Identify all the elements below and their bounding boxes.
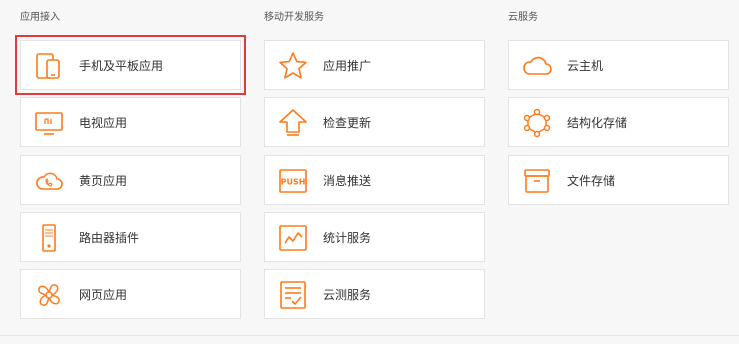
card-label: 统计服务 <box>323 231 372 245</box>
card-check-update[interactable]: 检查更新 <box>264 97 485 147</box>
column-title: 云服务 <box>508 12 538 23</box>
card-label: 文件存储 <box>567 174 616 188</box>
card-push-message[interactable]: PUSH 消息推送 <box>264 155 485 205</box>
card-label: 路由器插件 <box>79 231 140 245</box>
card-label: 云主机 <box>567 59 604 73</box>
card-label: 消息推送 <box>323 174 372 188</box>
divider <box>0 335 739 336</box>
file-box-icon <box>521 165 553 197</box>
card-structured-storage[interactable]: 结构化存储 <box>508 97 729 147</box>
column-title: 移动开发服务 <box>264 12 324 23</box>
card-router-plugin[interactable]: 路由器插件 <box>20 212 241 262</box>
cloud-icon <box>521 50 553 82</box>
column-title: 应用接入 <box>20 12 60 23</box>
card-yellow-pages-app[interactable]: 黄页应用 <box>20 155 241 205</box>
star-icon <box>277 50 309 82</box>
cloud-phone-icon <box>33 165 65 197</box>
card-label: 手机及平板应用 <box>79 59 164 73</box>
card-label: 电视应用 <box>79 116 128 130</box>
card-label: 应用推广 <box>323 59 372 73</box>
phone-tablet-icon <box>33 50 65 82</box>
web-icon <box>33 279 65 311</box>
router-icon <box>33 222 65 254</box>
card-file-storage[interactable]: 文件存储 <box>508 155 729 205</box>
structured-storage-icon <box>521 107 553 139</box>
card-phone-tablet-app[interactable]: 手机及平板应用 <box>15 35 246 95</box>
card-label: 结构化存储 <box>567 116 628 130</box>
card-label: 网页应用 <box>79 288 128 302</box>
card-tv-app[interactable]: 电视应用 <box>20 97 241 147</box>
card-label: 黄页应用 <box>79 174 128 188</box>
card-label: 检查更新 <box>323 116 372 130</box>
push-icon: PUSH <box>277 165 309 197</box>
stats-icon <box>277 222 309 254</box>
upload-arrow-icon <box>277 107 309 139</box>
card-stats-service[interactable]: 统计服务 <box>264 212 485 262</box>
tv-icon <box>33 107 65 139</box>
card-cloud-test-service[interactable]: 云测服务 <box>264 269 485 319</box>
svg-text:PUSH: PUSH <box>281 178 306 187</box>
card-cloud-host[interactable]: 云主机 <box>508 40 729 90</box>
card-web-app[interactable]: 网页应用 <box>20 269 241 319</box>
checklist-icon <box>277 279 309 311</box>
service-panel: 应用接入 手机及平板应用 电视应用 黄页应用 路由器插件 网页应用 移动开发服务… <box>0 0 739 344</box>
card-label: 云测服务 <box>323 288 372 302</box>
card-app-promotion[interactable]: 应用推广 <box>264 40 485 90</box>
